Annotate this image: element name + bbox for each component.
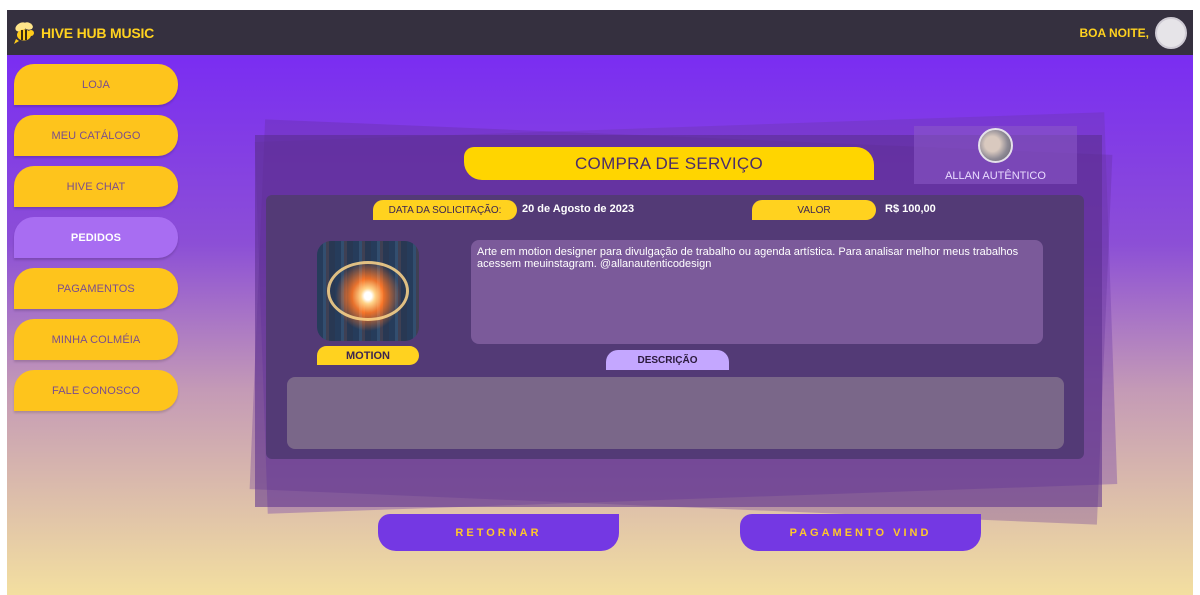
- category-label: MOTION: [317, 346, 419, 365]
- date-value: 20 de Agosto de 2023: [522, 203, 635, 215]
- seller-name: ALLAN AUTÊNTICO: [945, 170, 1046, 182]
- seller-avatar[interactable]: [978, 128, 1013, 163]
- sidebar-item-loja[interactable]: LOJA: [14, 64, 178, 105]
- sidebar-item-pagamentos[interactable]: PAGAMENTOS: [14, 268, 178, 309]
- payment-button[interactable]: PAGAMENTO VIND: [740, 514, 981, 551]
- description-tab[interactable]: DESCRIÇÃO: [606, 350, 729, 370]
- user-avatar[interactable]: [1155, 16, 1187, 49]
- service-image: [317, 241, 419, 341]
- notes-area: [287, 377, 1064, 449]
- sidebar-item-pedidos[interactable]: PEDIDOS: [14, 217, 178, 258]
- app-window: HIVE HUB MUSIC BOA NOITE, LOJA MEU CATÁL…: [7, 10, 1193, 595]
- value-amount: R$ 100,00: [885, 203, 936, 215]
- description-text: Arte em motion designer para divulgação …: [471, 240, 1043, 344]
- order-details-panel: DATA DA SOLICITAÇÃO: 20 de Agosto de 202…: [266, 195, 1084, 459]
- greeting-text: BOA NOITE,: [1079, 25, 1149, 40]
- image-detail: [327, 261, 409, 321]
- value-label: VALOR: [752, 200, 876, 220]
- sidebar: LOJA MEU CATÁLOGO HIVE CHAT PEDIDOS PAGA…: [14, 64, 178, 421]
- seller-profile[interactable]: ALLAN AUTÊNTICO: [914, 126, 1077, 184]
- logo[interactable]: HIVE HUB MUSIC: [12, 20, 154, 46]
- app-name: HIVE HUB MUSIC: [41, 24, 155, 41]
- back-button[interactable]: RETORNAR: [378, 514, 619, 551]
- main-area: LOJA MEU CATÁLOGO HIVE CHAT PEDIDOS PAGA…: [7, 55, 1193, 595]
- date-label: DATA DA SOLICITAÇÃO:: [373, 200, 517, 220]
- page-title: COMPRA DE SERVIÇO: [464, 147, 874, 180]
- top-bar: HIVE HUB MUSIC BOA NOITE,: [7, 10, 1193, 55]
- sidebar-item-minha-colmeia[interactable]: MINHA COLMÉIA: [14, 319, 178, 360]
- bee-icon: [14, 21, 34, 44]
- user-greeting: BOA NOITE,: [1079, 16, 1187, 49]
- sidebar-item-meu-catalogo[interactable]: MEU CATÁLOGO: [14, 115, 178, 156]
- sidebar-item-hive-chat[interactable]: HIVE CHAT: [14, 166, 178, 207]
- sidebar-item-fale-conosco[interactable]: FALE CONOSCO: [14, 370, 178, 411]
